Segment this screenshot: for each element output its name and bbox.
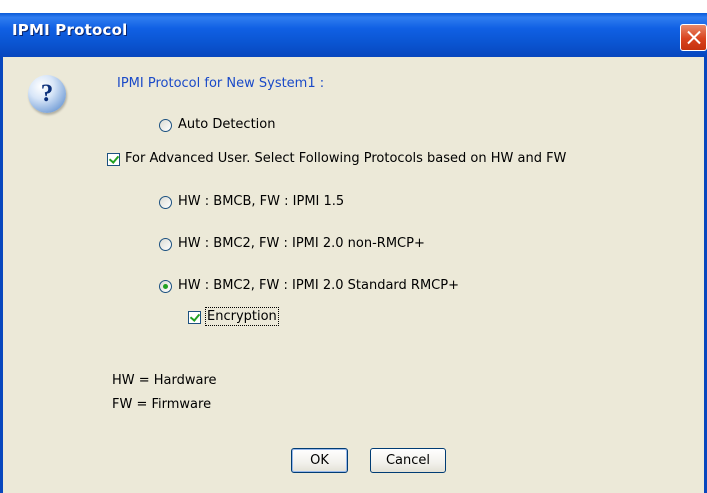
- advanced-user-checkbox[interactable]: [107, 153, 120, 166]
- protocol-bmc2-nonrmcp-radio[interactable]: [159, 238, 172, 251]
- advanced-user-label[interactable]: For Advanced User. Select Following Prot…: [125, 151, 566, 166]
- close-icon[interactable]: [680, 24, 707, 51]
- dialog-body: [3, 57, 704, 493]
- window-title: IPMI Protocol: [12, 21, 128, 39]
- question-icon: ?: [28, 75, 66, 113]
- encryption-label[interactable]: Encryption: [205, 307, 279, 326]
- protocol-bmc2-rmcp-radio[interactable]: [159, 280, 172, 293]
- dialog-heading: IPMI Protocol for New System1 :: [117, 76, 325, 91]
- protocol-bmc2-rmcp-label[interactable]: HW : BMC2, FW : IPMI 2.0 Standard RMCP+: [178, 278, 459, 293]
- cancel-button[interactable]: Cancel: [370, 448, 446, 473]
- auto-detection-radio[interactable]: [159, 119, 172, 132]
- legend-firmware: FW = Firmware: [112, 397, 212, 412]
- auto-detection-label[interactable]: Auto Detection: [178, 117, 275, 132]
- legend-hardware: HW = Hardware: [112, 373, 217, 388]
- protocol-bmcb-radio[interactable]: [159, 196, 172, 209]
- protocol-bmc2-nonrmcp-label[interactable]: HW : BMC2, FW : IPMI 2.0 non-RMCP+: [178, 236, 425, 251]
- dialog-window: IPMI Protocol ? IPMI Protocol for New Sy…: [0, 0, 707, 493]
- protocol-bmcb-label[interactable]: HW : BMCB, FW : IPMI 1.5: [178, 194, 344, 209]
- encryption-checkbox[interactable]: [188, 311, 201, 324]
- ok-button[interactable]: OK: [291, 448, 348, 473]
- title-bar: IPMI Protocol: [0, 0, 707, 57]
